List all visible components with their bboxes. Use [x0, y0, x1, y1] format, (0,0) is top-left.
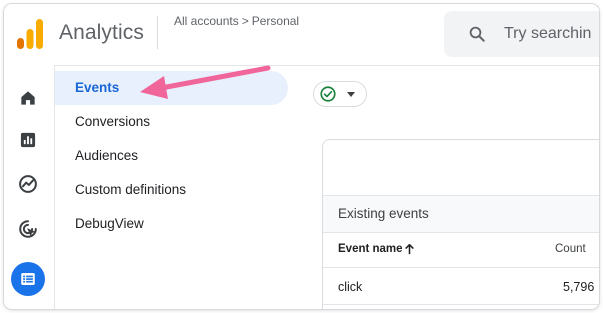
nav-item-debugview[interactable]: DebugView [55, 207, 288, 241]
breadcrumb-separator: > [241, 14, 249, 28]
breadcrumb-root[interactable]: All accounts [174, 14, 239, 28]
explore-icon [19, 175, 37, 193]
search-icon [469, 26, 485, 42]
search-input[interactable]: Try searchin [504, 25, 591, 43]
rail-home-button[interactable] [11, 81, 45, 115]
search-bar[interactable]: Try searchin [444, 11, 599, 57]
app-window: Analytics All accounts > Personal Try sear… [4, 4, 599, 309]
sort-ascending-icon[interactable] [404, 243, 415, 255]
left-rail [4, 65, 55, 309]
app-title: Analytics [59, 21, 144, 44]
rail-reports-button[interactable] [11, 123, 45, 157]
table-header-row: Event name Count [323, 233, 599, 268]
rail-configure-button[interactable] [11, 262, 45, 296]
existing-events-header: Existing events [323, 195, 599, 233]
status-filter-chip[interactable] [313, 81, 367, 107]
event-count-cell: 5,796 [563, 280, 595, 294]
analytics-logo-icon[interactable] [17, 19, 43, 49]
nav-item-conversions[interactable]: Conversions [55, 105, 288, 139]
configure-icon [21, 273, 35, 285]
rail-advertising-button[interactable] [11, 212, 45, 246]
advertising-icon [19, 220, 37, 238]
header-divider [157, 16, 158, 49]
section-title: Existing events [338, 206, 429, 221]
home-icon [21, 91, 35, 105]
events-card: Existing events Event name Count click 5… [322, 139, 599, 309]
table-row[interactable]: click 5,796 [323, 268, 599, 305]
check-circle-icon [320, 86, 336, 102]
column-header-count[interactable]: Count [555, 243, 586, 255]
breadcrumb-current[interactable]: Personal [252, 14, 299, 28]
rail-explore-button[interactable] [11, 167, 45, 201]
top-header: Analytics All accounts > Personal Try sear… [4, 4, 599, 66]
nav-item-audiences[interactable]: Audiences [55, 139, 288, 173]
event-name-cell: click [338, 280, 363, 294]
nav-item-custom-definitions[interactable]: Custom definitions [55, 173, 288, 207]
caret-down-icon [347, 92, 355, 97]
reports-icon [20, 132, 36, 148]
annotation-arrow-icon [140, 65, 271, 99]
breadcrumb[interactable]: All accounts > Personal [174, 14, 299, 28]
column-header-event-name[interactable]: Event name [338, 243, 403, 255]
